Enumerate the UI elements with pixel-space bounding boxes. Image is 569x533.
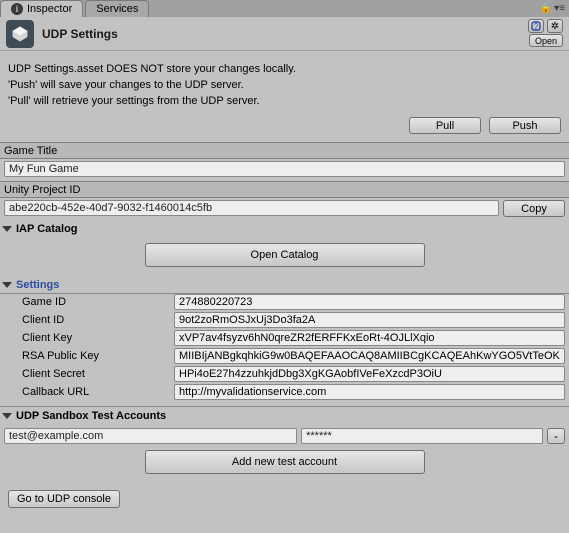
unity-project-id-label: Unity Project ID — [0, 181, 569, 198]
gear-icon[interactable]: ✲ — [547, 19, 563, 33]
tab-services-label: Services — [96, 3, 138, 15]
pane-menu-icon[interactable]: ▾≡ — [554, 3, 565, 14]
client-secret-label: Client Secret — [4, 368, 174, 380]
callback-url-input[interactable] — [174, 384, 565, 400]
info-line-3: 'Pull' will retrieve your settings from … — [8, 93, 561, 109]
remove-account-button[interactable]: - — [547, 428, 565, 444]
sandbox-account-row: - — [4, 428, 565, 444]
info-line-2: 'Push' will save your changes to the UDP… — [8, 77, 561, 93]
info-block: UDP Settings.asset DOES NOT store your c… — [0, 51, 569, 113]
rsa-public-key-label: RSA Public Key — [4, 350, 174, 362]
tab-inspector[interactable]: i Inspector — [0, 0, 83, 17]
tabbar-right: 🔒 ▾≡ — [540, 0, 565, 17]
asset-title: UDP Settings — [42, 27, 118, 41]
open-catalog-button[interactable]: Open Catalog — [145, 243, 425, 267]
content-scroll: UDP Settings.asset DOES NOT store your c… — [0, 51, 569, 533]
client-key-input[interactable] — [174, 330, 565, 346]
push-button[interactable]: Push — [489, 117, 561, 134]
game-title-label: Game Title — [0, 142, 569, 159]
game-title-input[interactable] — [4, 161, 565, 177]
sandbox-email-input[interactable] — [4, 428, 297, 444]
info-line-1: UDP Settings.asset DOES NOT store your c… — [8, 61, 561, 77]
tab-bar: i Inspector Services 🔒 ▾≡ — [0, 0, 569, 17]
client-id-label: Client ID — [4, 314, 174, 326]
client-secret-input[interactable] — [174, 366, 565, 382]
header: UDP Settings ? ✲ Open — [0, 17, 569, 51]
add-test-account-button[interactable]: Add new test account — [145, 450, 425, 474]
sandbox-password-input[interactable] — [301, 428, 543, 444]
foldout-arrow-icon — [2, 413, 12, 419]
callback-url-label: Callback URL — [4, 386, 174, 398]
lock-icon[interactable]: 🔒 — [540, 3, 552, 14]
asset-icon — [6, 20, 34, 48]
help-button[interactable]: ? — [528, 19, 544, 33]
tab-inspector-label: Inspector — [27, 3, 72, 15]
go-to-udp-console-button[interactable]: Go to UDP console — [8, 490, 120, 508]
game-id-label: Game ID — [4, 296, 174, 308]
iap-catalog-foldout[interactable]: IAP Catalog — [0, 221, 569, 239]
open-button[interactable]: Open — [529, 34, 563, 47]
tab-services[interactable]: Services — [85, 0, 149, 17]
settings-foldout[interactable]: Settings — [0, 277, 569, 294]
info-icon: i — [11, 3, 23, 15]
sandbox-foldout[interactable]: UDP Sandbox Test Accounts — [0, 406, 569, 426]
foldout-arrow-icon — [2, 226, 12, 232]
unity-project-id-input[interactable] — [4, 200, 499, 216]
game-id-input[interactable] — [174, 294, 565, 310]
svg-text:?: ? — [534, 22, 539, 31]
settings-label: Settings — [16, 279, 59, 291]
client-id-input[interactable] — [174, 312, 565, 328]
pull-button[interactable]: Pull — [409, 117, 481, 134]
sandbox-label: UDP Sandbox Test Accounts — [16, 410, 166, 422]
copy-button[interactable]: Copy — [503, 200, 565, 217]
rsa-public-key-input[interactable] — [174, 348, 565, 364]
client-key-label: Client Key — [4, 332, 174, 344]
foldout-arrow-icon — [2, 282, 12, 288]
iap-catalog-label: IAP Catalog — [16, 223, 78, 235]
pull-push-row: Pull Push — [0, 113, 569, 142]
